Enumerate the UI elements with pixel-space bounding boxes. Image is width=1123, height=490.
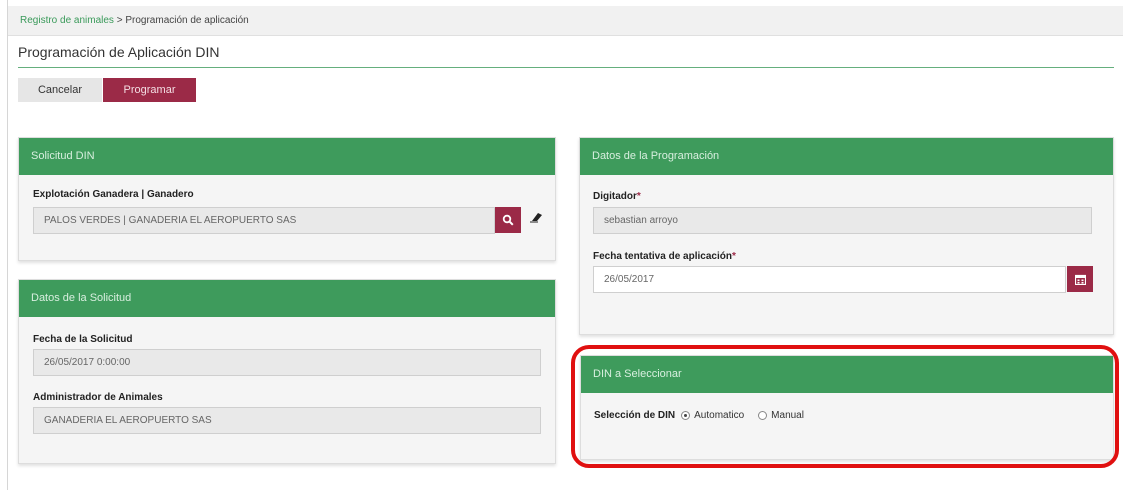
fecha-solicitud-label: Fecha de la Solicitud (33, 334, 133, 345)
eraser-icon[interactable] (529, 211, 543, 226)
din-seleccionar-header: DIN a Seleccionar (581, 356, 1113, 393)
administrador-field: GANADERIA EL AEROPUERTO SAS (33, 407, 541, 434)
administrador-label: Administrador de Animales (33, 392, 163, 403)
datos-solicitud-panel: Datos de la Solicitud Fecha de la Solici… (18, 279, 556, 464)
search-icon (502, 214, 514, 226)
search-button[interactable] (495, 207, 521, 233)
datos-solicitud-header: Datos de la Solicitud (19, 280, 555, 317)
datos-programacion-header: Datos de la Programación (580, 138, 1113, 175)
fecha-solicitud-field: 26/05/2017 0:00:00 (33, 349, 541, 376)
seleccion-din-label: Selección de DIN (594, 410, 676, 421)
digitador-label: Digitador* (593, 191, 641, 202)
calendar-icon (1074, 274, 1086, 285)
explotacion-label: Explotación Ganadera | Ganadero (33, 189, 194, 200)
page-left-border (7, 0, 8, 490)
radio-manual-label[interactable]: Manual (771, 410, 804, 421)
din-seleccionar-panel: DIN a Seleccionar Selección de DIN Autom… (580, 355, 1114, 460)
cancel-button[interactable]: Cancelar (18, 78, 102, 102)
radio-manual[interactable] (758, 411, 768, 420)
explotacion-field[interactable]: PALOS VERDES | GANADERIA EL AEROPUERTO S… (33, 207, 495, 234)
breadcrumb-current: Programación de aplicación (125, 15, 249, 26)
datos-programacion-panel: Datos de la Programación Digitador* seba… (579, 137, 1114, 335)
breadcrumb: Registro de animales > Programación de a… (8, 6, 1123, 36)
fecha-tentativa-input[interactable]: 26/05/2017 (593, 266, 1066, 293)
title-divider (18, 67, 1114, 68)
radio-automatico-label[interactable]: Automatico (694, 410, 744, 421)
solicitud-din-header: Solicitud DIN (19, 138, 555, 175)
seleccion-din-group: Selección de DIN Automatico Manual (594, 410, 804, 421)
radio-automatico[interactable] (681, 411, 691, 420)
digitador-field: sebastian arroyo (593, 207, 1092, 234)
solicitud-din-panel: Solicitud DIN Explotación Ganadera | Gan… (18, 137, 556, 261)
calendar-button[interactable] (1067, 266, 1093, 292)
fecha-tentativa-label: Fecha tentativa de aplicación* (593, 251, 736, 262)
page-title: Programación de Aplicación DIN (18, 44, 220, 60)
breadcrumb-separator: > (113, 15, 126, 26)
programar-button[interactable]: Programar (103, 78, 196, 102)
breadcrumb-link-registro[interactable]: Registro de animales (20, 15, 114, 26)
